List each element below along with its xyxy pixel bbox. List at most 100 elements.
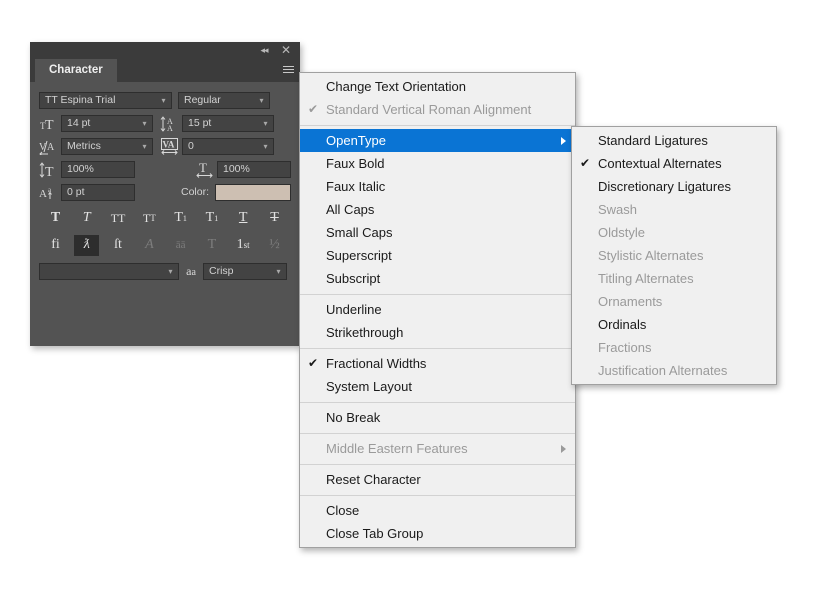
language-antialias-row: ▾ aa Crisp ▾ <box>39 262 291 281</box>
font-size-icon: T T <box>39 116 61 131</box>
character-panel-body: TT Espina Trial ▾ Regular ▾ T T 14 pt ▾ <box>30 82 300 281</box>
chevron-down-icon[interactable]: ▾ <box>254 92 269 109</box>
menu-item-label: Change Text Orientation <box>326 79 466 94</box>
submenu-item-ordinals[interactable]: Ordinals <box>572 313 776 336</box>
antialias-value: Crisp <box>204 263 271 280</box>
color-swatch[interactable] <box>215 184 291 201</box>
contextual-alternates-button[interactable]: ƛ <box>74 235 99 256</box>
svg-text:VA: VA <box>163 140 175 150</box>
check-icon: ✔ <box>308 98 318 121</box>
vertical-scale-icon: T <box>39 162 61 178</box>
menu-item-label: Subscript <box>326 271 380 286</box>
titling-alternates-button[interactable]: T <box>199 235 224 256</box>
menu-item-superscript[interactable]: Superscript <box>300 244 575 267</box>
menu-item-reset-character[interactable]: Reset Character <box>300 468 575 491</box>
font-style-field[interactable]: Regular ▾ <box>178 92 270 109</box>
kerning-value: Metrics <box>62 138 137 155</box>
leading-field[interactable]: 15 pt ▾ <box>182 115 274 132</box>
fractions-button[interactable]: ½ <box>262 235 287 256</box>
small-caps-button[interactable]: TT <box>137 208 162 229</box>
menu-item-label: Contextual Alternates <box>598 156 722 171</box>
chevron-down-icon[interactable]: ▾ <box>137 115 152 132</box>
superscript-button[interactable]: T1 <box>168 208 193 229</box>
menu-item-label: Discretionary Ligatures <box>598 179 731 194</box>
menu-separator <box>300 495 575 496</box>
menu-item-label: Faux Bold <box>326 156 385 171</box>
submenu-item-fractions: Fractions <box>572 336 776 359</box>
chevron-down-icon[interactable]: ▾ <box>271 263 286 280</box>
font-size-value: 14 pt <box>62 115 137 132</box>
menu-separator <box>300 402 575 403</box>
menu-item-label: Justification Alternates <box>598 363 727 378</box>
menu-item-label: Fractions <box>598 340 651 355</box>
submenu-item-contextual-alternates[interactable]: ✔Contextual Alternates <box>572 152 776 175</box>
submenu-item-discretionary-ligatures[interactable]: Discretionary Ligatures <box>572 175 776 198</box>
horizontal-scale-field[interactable]: 100% <box>217 161 291 178</box>
chevron-down-icon[interactable]: ▾ <box>163 263 178 280</box>
submenu-item-swash: Swash <box>572 198 776 221</box>
menu-item-label: All Caps <box>326 202 374 217</box>
menu-item-all-caps[interactable]: All Caps <box>300 198 575 221</box>
menu-item-label: Swash <box>598 202 637 217</box>
discretionary-ligatures-button[interactable]: ſt <box>106 235 131 256</box>
font-row: TT Espina Trial ▾ Regular ▾ <box>39 91 291 110</box>
baseline-shift-field[interactable]: 0 pt <box>61 184 135 201</box>
submenu-arrow-icon <box>561 445 566 453</box>
panel-context-menu: Change Text Orientation✔Standard Vertica… <box>299 72 576 548</box>
anti-aliasing-icon: aa <box>179 263 203 281</box>
svg-text:A: A <box>167 124 173 132</box>
menu-item-label: Ordinals <box>598 317 646 332</box>
collapse-double-chevron-icon[interactable]: ◂◂ <box>254 42 274 59</box>
kerning-field[interactable]: Metrics ▾ <box>61 138 153 155</box>
close-icon[interactable]: ✕ <box>276 42 296 59</box>
menu-item-close[interactable]: Close <box>300 499 575 522</box>
menu-item-fractional-widths[interactable]: ✔Fractional Widths <box>300 352 575 375</box>
panel-menu-icon[interactable] <box>283 66 294 75</box>
underline-button[interactable]: T <box>231 208 256 229</box>
leading-icon: A A <box>160 116 182 132</box>
menu-item-close-tab-group[interactable]: Close Tab Group <box>300 522 575 545</box>
chevron-down-icon[interactable]: ▾ <box>137 138 152 155</box>
menu-item-underline[interactable]: Underline <box>300 298 575 321</box>
font-size-field[interactable]: 14 pt ▾ <box>61 115 153 132</box>
menu-item-opentype[interactable]: OpenType <box>300 129 575 152</box>
submenu-item-standard-ligatures[interactable]: Standard Ligatures <box>572 129 776 152</box>
menu-item-label: Fractional Widths <box>326 356 426 371</box>
standard-ligatures-button[interactable]: fi <box>43 235 68 256</box>
menu-item-no-break[interactable]: No Break <box>300 406 575 429</box>
swash-button[interactable]: A <box>137 235 162 256</box>
menu-item-subscript[interactable]: Subscript <box>300 267 575 290</box>
ordinals-button[interactable]: 1st <box>231 235 256 256</box>
menu-item-change-text-orientation[interactable]: Change Text Orientation <box>300 75 575 98</box>
menu-item-faux-bold[interactable]: Faux Bold <box>300 152 575 175</box>
strikethrough-button[interactable]: T <box>262 208 287 229</box>
chevron-down-icon[interactable]: ▾ <box>258 138 273 155</box>
menu-item-strikethrough[interactable]: Strikethrough <box>300 321 575 344</box>
font-family-field[interactable]: TT Espina Trial ▾ <box>39 92 172 109</box>
faux-italic-button[interactable]: T <box>74 208 99 229</box>
scale-row: T 100% T 100% <box>39 160 291 179</box>
tab-character[interactable]: Character <box>35 59 117 82</box>
menu-item-label: Oldstyle <box>598 225 645 240</box>
menu-item-label: Middle Eastern Features <box>326 441 468 456</box>
menu-item-faux-italic[interactable]: Faux Italic <box>300 175 575 198</box>
stylistic-alternates-button[interactable]: āā <box>168 235 193 256</box>
menu-item-system-layout[interactable]: System Layout <box>300 375 575 398</box>
baseline-shift-value: 0 pt <box>62 184 134 201</box>
menu-item-label: Close Tab Group <box>326 526 423 541</box>
all-caps-button[interactable]: TT <box>106 208 131 229</box>
vertical-scale-field[interactable]: 100% <box>61 161 135 178</box>
menu-separator <box>300 433 575 434</box>
menu-item-small-caps[interactable]: Small Caps <box>300 221 575 244</box>
faux-bold-button[interactable]: T <box>43 208 68 229</box>
tracking-field[interactable]: 0 ▾ <box>182 138 274 155</box>
horizontal-scale-value: 100% <box>218 161 290 178</box>
opentype-submenu: Standard Ligatures ✔Contextual Alternates… <box>571 126 777 385</box>
menu-item-label: Strikethrough <box>326 325 403 340</box>
subscript-button[interactable]: T1 <box>199 208 224 229</box>
menu-item-label: Standard Ligatures <box>598 133 708 148</box>
chevron-down-icon[interactable]: ▾ <box>258 115 273 132</box>
language-field[interactable]: ▾ <box>39 263 179 280</box>
chevron-down-icon[interactable]: ▾ <box>156 92 171 109</box>
antialias-field[interactable]: Crisp ▾ <box>203 263 287 280</box>
